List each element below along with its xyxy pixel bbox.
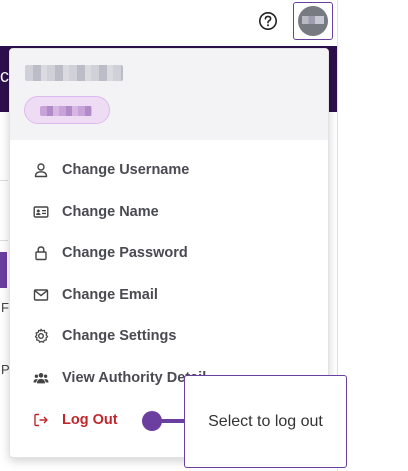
avatar-button[interactable] xyxy=(293,2,333,40)
menu-item-change-name[interactable]: Change Name xyxy=(10,194,328,230)
mail-icon xyxy=(32,286,50,304)
callout-text: Select to log out xyxy=(208,412,323,430)
avatar xyxy=(298,6,328,36)
callout-box: Select to log out xyxy=(184,375,347,468)
callout-marker xyxy=(142,411,162,431)
user-menu-header xyxy=(10,49,328,140)
id-card-icon xyxy=(32,203,50,221)
user-icon xyxy=(32,161,50,179)
menu-item-label: Change Username xyxy=(62,162,190,178)
gear-icon xyxy=(32,327,50,345)
role-redacted xyxy=(40,106,92,116)
menu-item-change-email[interactable]: Change Email xyxy=(10,277,328,313)
help-icon[interactable] xyxy=(258,11,278,31)
username-redacted xyxy=(25,65,123,81)
role-badge xyxy=(24,96,110,124)
users-icon xyxy=(32,369,50,387)
menu-item-label: Change Settings xyxy=(62,328,177,344)
menu-item-change-settings[interactable]: Change Settings xyxy=(10,318,328,354)
menu-item-label: Change Name xyxy=(62,204,159,220)
menu-item-label: Change Email xyxy=(62,287,158,303)
menu-item-change-password[interactable]: Change Password xyxy=(10,235,328,271)
menu-item-label: Log Out xyxy=(62,412,118,428)
menu-item-change-username[interactable]: Change Username xyxy=(10,152,328,188)
lock-icon xyxy=(32,244,50,262)
menu-item-label: Change Password xyxy=(62,245,188,261)
divider xyxy=(0,180,8,181)
page-fragment-text: F xyxy=(1,300,9,315)
divider xyxy=(0,240,8,241)
page-fragment-text: c xyxy=(0,66,9,86)
page-button-fragment xyxy=(0,252,7,288)
logout-icon xyxy=(32,411,50,429)
top-bar xyxy=(0,0,338,46)
